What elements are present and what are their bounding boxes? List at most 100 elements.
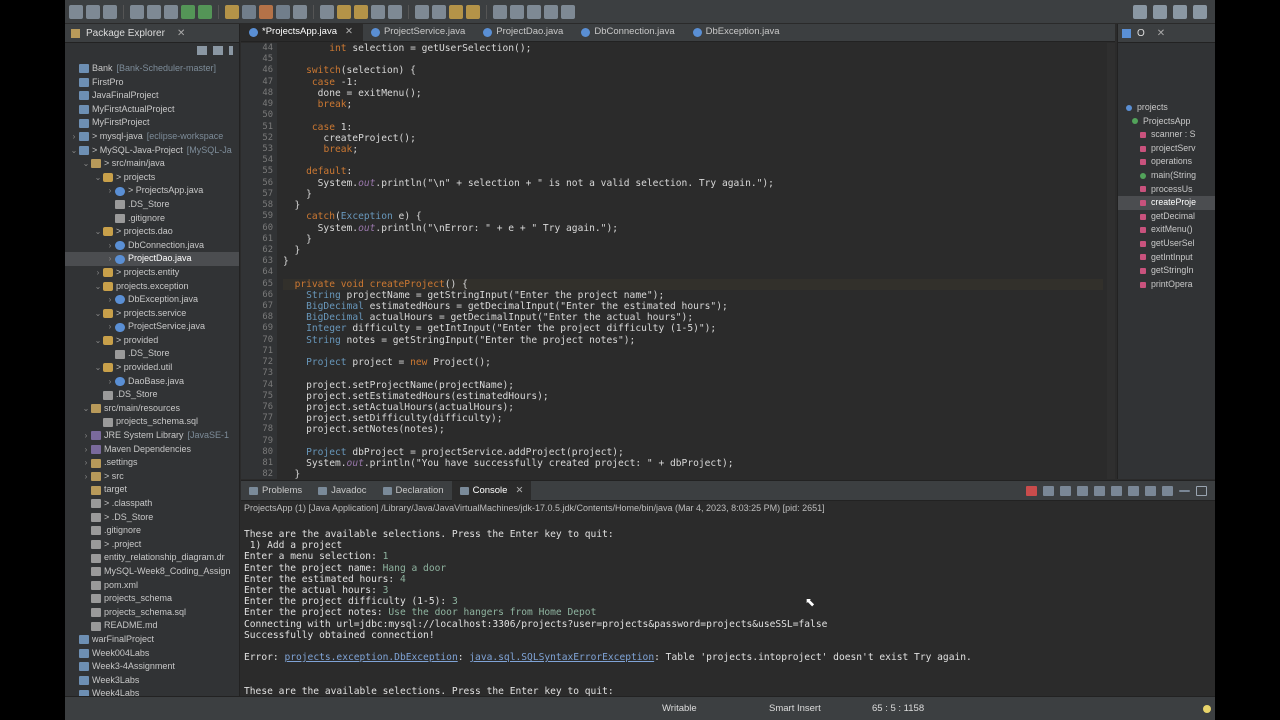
java-perspective-icon[interactable] bbox=[1173, 4, 1187, 19]
code-line[interactable]: System.out.println("\n" + selection + " … bbox=[283, 178, 1103, 189]
expand-toggle-icon[interactable]: › bbox=[105, 293, 115, 307]
toolbar-button-icon[interactable] bbox=[259, 4, 273, 19]
code-area[interactable]: 44 45 46 47 48 49 50 51 52 53 54 55 56 57 58 59 60 61 62 63… bbox=[241, 43, 1115, 479]
search-icon[interactable] bbox=[1133, 4, 1147, 19]
code-line[interactable]: System.out.println("\nError: " + e + " T… bbox=[283, 223, 1103, 234]
code-line[interactable]: break; bbox=[283, 99, 1103, 110]
package-explorer-tab[interactable]: Package Explorer ✕ bbox=[65, 24, 239, 43]
console-link[interactable]: java.sql.SQLSyntaxErrorException bbox=[469, 652, 654, 663]
code-line[interactable]: String notes = getStringInput("Enter the… bbox=[283, 335, 1103, 346]
tree-item[interactable]: › > projects.entity bbox=[65, 266, 239, 280]
toolbar-button-icon[interactable] bbox=[164, 4, 178, 19]
outline-item[interactable]: ProjectsApp bbox=[1118, 115, 1215, 129]
outline-item[interactable]: operations bbox=[1118, 155, 1215, 169]
code-line[interactable]: project.setEstimatedHours(estimatedHours… bbox=[283, 391, 1103, 402]
expand-toggle-icon[interactable]: › bbox=[81, 456, 91, 470]
code-line[interactable]: case 1: bbox=[283, 122, 1103, 133]
code-line[interactable] bbox=[283, 267, 1103, 278]
toolbar-button-icon[interactable] bbox=[293, 4, 307, 19]
expand-toggle-icon[interactable]: ⌄ bbox=[93, 225, 103, 239]
outline-item[interactable]: getDecimal bbox=[1118, 210, 1215, 224]
open-console-icon[interactable] bbox=[1162, 485, 1173, 496]
source-code[interactable]: int selection = getUserSelection(); swit… bbox=[283, 43, 1103, 479]
expand-toggle-icon[interactable]: › bbox=[81, 470, 91, 484]
tree-item[interactable]: › > ProjectsApp.java bbox=[65, 184, 239, 198]
toolbar-button-icon[interactable] bbox=[225, 4, 239, 19]
expand-toggle-icon[interactable]: › bbox=[93, 266, 103, 280]
expand-toggle-icon[interactable]: ⌄ bbox=[69, 144, 79, 158]
tree-item[interactable]: .gitignore bbox=[65, 524, 239, 538]
toolbar-button-icon[interactable] bbox=[449, 4, 463, 19]
perspective-icon[interactable] bbox=[1153, 4, 1167, 19]
code-line[interactable]: project.setProjectName(projectName); bbox=[283, 380, 1103, 391]
tree-item[interactable]: Week3-4Assignment bbox=[65, 660, 239, 674]
expand-toggle-icon[interactable]: › bbox=[69, 130, 79, 144]
outline-item[interactable]: processUs bbox=[1118, 183, 1215, 197]
tree-item[interactable]: › ProjectDao.java bbox=[65, 252, 239, 266]
tree-item[interactable]: projects_schema.sql bbox=[65, 415, 239, 429]
outline-item[interactable]: getUserSel bbox=[1118, 237, 1215, 251]
collapse-all-icon[interactable] bbox=[197, 46, 207, 55]
toolbar-button-icon[interactable] bbox=[354, 4, 368, 19]
toolbar-button-icon[interactable] bbox=[388, 4, 402, 19]
console-tab[interactable]: Javadoc bbox=[310, 481, 374, 501]
toolbar-button-icon[interactable] bbox=[466, 4, 480, 19]
tree-item[interactable]: Week4Labs bbox=[65, 687, 239, 696]
pin-console-icon[interactable] bbox=[1128, 485, 1139, 496]
code-line[interactable]: project.setNotes(notes); bbox=[283, 424, 1103, 435]
link-editor-icon[interactable] bbox=[213, 46, 223, 55]
tree-item[interactable]: ⌄ > MySQL-Java-Project [MySQL-Ja bbox=[65, 144, 239, 158]
tree-item[interactable]: JavaFinalProject bbox=[65, 89, 239, 103]
toolbar-button-icon[interactable] bbox=[527, 4, 541, 19]
outline-item[interactable]: getStringIn bbox=[1118, 264, 1215, 278]
lightbulb-icon[interactable] bbox=[1203, 705, 1211, 713]
code-line[interactable]: Project dbProject = projectService.addPr… bbox=[283, 447, 1103, 458]
toolbar-button-icon[interactable] bbox=[69, 4, 83, 19]
tree-item[interactable]: .gitignore bbox=[65, 212, 239, 226]
tree-item[interactable]: warFinalProject bbox=[65, 633, 239, 647]
code-line[interactable]: System.out.println("You have successfull… bbox=[283, 458, 1103, 469]
console-tab[interactable]: Console ✕ bbox=[451, 480, 532, 501]
outline-item[interactable]: main(String bbox=[1118, 169, 1215, 183]
tree-item[interactable]: Bank [Bank-Scheduler-master] bbox=[65, 62, 239, 76]
code-line[interactable] bbox=[283, 110, 1103, 121]
editor-tab[interactable]: DbException.java bbox=[685, 24, 790, 41]
code-line[interactable]: } bbox=[283, 469, 1103, 479]
tree-item[interactable]: ⌄ > projects.service bbox=[65, 307, 239, 321]
tree-item[interactable]: Week3Labs bbox=[65, 674, 239, 688]
remove-all-icon[interactable] bbox=[1060, 485, 1071, 496]
toolbar-button-icon[interactable] bbox=[198, 4, 212, 19]
expand-toggle-icon[interactable]: › bbox=[105, 184, 115, 198]
tree-item[interactable]: › > mysql-java [eclipse-workspace bbox=[65, 130, 239, 144]
tree-item[interactable]: ⌄ > src/main/java bbox=[65, 157, 239, 171]
tree-item[interactable]: > .project bbox=[65, 538, 239, 552]
code-line[interactable]: String projectName = getStringInput("Ent… bbox=[283, 290, 1103, 301]
terminate-icon[interactable] bbox=[1026, 485, 1037, 496]
toolbar-button-icon[interactable] bbox=[276, 4, 290, 19]
tree-item[interactable]: › DbConnection.java bbox=[65, 239, 239, 253]
code-line[interactable]: } bbox=[283, 189, 1103, 200]
tree-item[interactable]: › .settings bbox=[65, 456, 239, 470]
close-icon[interactable]: ✕ bbox=[1157, 28, 1165, 39]
tree-item[interactable]: MyFirstActualProject bbox=[65, 103, 239, 117]
toolbar-button-icon[interactable] bbox=[544, 4, 558, 19]
toolbar-button-icon[interactable] bbox=[103, 4, 117, 19]
tree-item[interactable]: > .DS_Store bbox=[65, 511, 239, 525]
tree-item[interactable]: ⌄ > provided.util bbox=[65, 361, 239, 375]
toolbar-button-icon[interactable] bbox=[432, 4, 446, 19]
toolbar-button-icon[interactable] bbox=[371, 4, 385, 19]
toolbar-button-icon[interactable] bbox=[147, 4, 161, 19]
toolbar-button-icon[interactable] bbox=[320, 4, 334, 19]
tree-item[interactable]: › DaoBase.java bbox=[65, 375, 239, 389]
outline-item[interactable]: printOpera bbox=[1118, 278, 1215, 292]
code-line[interactable]: } bbox=[283, 245, 1103, 256]
tree-item[interactable]: › Maven Dependencies bbox=[65, 443, 239, 457]
tree-item[interactable]: pom.xml bbox=[65, 579, 239, 593]
tree-item[interactable]: ⌄ > provided bbox=[65, 334, 239, 348]
expand-toggle-icon[interactable]: ⌄ bbox=[93, 334, 103, 348]
clear-console-icon[interactable] bbox=[1077, 485, 1088, 496]
debug-perspective-icon[interactable] bbox=[1193, 4, 1207, 19]
tree-item[interactable]: Week004Labs bbox=[65, 647, 239, 661]
tree-item[interactable]: › ProjectService.java bbox=[65, 320, 239, 334]
tree-item[interactable]: ⌄ > projects bbox=[65, 171, 239, 185]
